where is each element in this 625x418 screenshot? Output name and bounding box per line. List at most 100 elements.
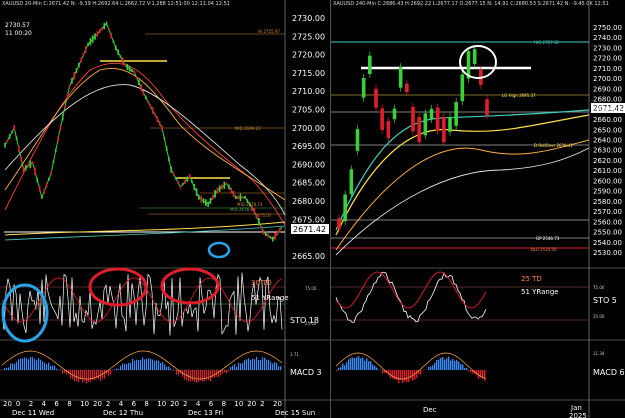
macd-bar — [86, 370, 88, 384]
macd-bar — [238, 362, 240, 370]
macd-bar — [208, 370, 210, 381]
macd-bar — [222, 370, 224, 374]
macd-bar — [128, 362, 130, 370]
y-tick-240min: 2730.00 — [593, 44, 622, 52]
macd-bar — [158, 360, 160, 370]
candle — [349, 169, 354, 195]
macd-bar — [164, 364, 166, 370]
candle — [80, 57, 82, 63]
y-tick-240min: 2570.00 — [593, 208, 622, 216]
macd-bar — [122, 363, 124, 370]
macd-bar — [230, 366, 232, 370]
chart-240min-svg: HIG 2727.32 LG High 2695.37 D RollOver 2… — [331, 0, 625, 418]
candle — [20, 156, 22, 162]
macd-bar — [110, 370, 112, 375]
macd-bar — [12, 363, 14, 370]
macd-bar-240 — [370, 361, 372, 370]
macd-bar — [14, 363, 16, 370]
x-tick: 10 — [157, 400, 166, 408]
macd-bar — [38, 358, 40, 370]
macd-bar-240 — [484, 370, 486, 381]
macd-bar — [174, 370, 176, 371]
candle — [103, 23, 106, 30]
y-tick-240min: 2550.00 — [593, 229, 622, 237]
candle — [218, 185, 221, 192]
macd-bar — [4, 368, 6, 370]
y-tick-240min: 2590.00 — [593, 188, 622, 196]
macd-bar-240 — [340, 367, 342, 370]
chart-panel-240min: XAUUSD 240-Min C:2686.43 H:2692.22 L:267… — [330, 0, 625, 418]
candle — [158, 121, 161, 126]
macd-bar — [10, 363, 12, 370]
candle — [71, 77, 73, 84]
x-tick: 8 — [144, 400, 148, 408]
chart-panel-20min: XAUUSD 20-Min C:2671.42 N: -9.39 H:2692.… — [0, 0, 330, 418]
macd-bar — [22, 358, 24, 370]
macd-bar-240 — [362, 357, 364, 370]
red-oval-sto-2 — [160, 267, 220, 305]
candle — [31, 161, 34, 164]
candle — [343, 194, 347, 222]
candle — [89, 38, 92, 46]
macd-bar — [114, 369, 116, 370]
x-tick: 4 — [42, 400, 47, 408]
macd-bar — [42, 361, 44, 370]
macd-bar — [190, 370, 192, 382]
x-tick: 6 — [54, 400, 59, 408]
candle — [131, 68, 133, 73]
candle — [52, 160, 55, 163]
macd-bar — [44, 362, 46, 370]
lo-label: 2675.07 — [255, 213, 272, 218]
macd-bar — [188, 370, 190, 382]
macd-bar-240 — [416, 370, 418, 378]
candle — [11, 130, 13, 134]
candle — [374, 88, 378, 108]
x-tick: 10 — [234, 400, 243, 408]
candle — [472, 49, 477, 64]
macd-bar — [118, 368, 120, 370]
candle — [258, 218, 260, 226]
candle — [15, 136, 18, 141]
candle — [267, 233, 269, 238]
macd-bar-240 — [338, 367, 340, 370]
candle — [78, 62, 80, 68]
macd-label-240: MACD 6 — [593, 368, 625, 377]
x-tick: 20 — [247, 400, 256, 408]
candle — [398, 67, 403, 88]
macd-bar-240 — [352, 357, 354, 370]
macd-bar-240 — [408, 370, 410, 383]
candle — [145, 95, 147, 100]
candle — [179, 185, 182, 189]
y-tick-20min: 2695.00 — [292, 142, 325, 151]
candle — [241, 196, 244, 199]
macd-bar — [154, 360, 156, 370]
macd-bar — [52, 365, 54, 370]
candle — [57, 136, 59, 142]
y-tick-240min: 2530.00 — [593, 249, 622, 257]
candle — [454, 102, 458, 126]
macd-bar-240 — [398, 370, 400, 384]
macd-bar-240 — [450, 360, 452, 370]
macd-bar — [56, 368, 58, 370]
hi-label: Hi 2725.97 — [258, 29, 280, 34]
macd-bar — [276, 362, 278, 370]
macd-bar — [214, 370, 216, 378]
y-tick-240min: 2650.00 — [593, 126, 622, 134]
candle — [73, 71, 76, 80]
macd-bar-240 — [346, 362, 348, 370]
candle — [91, 35, 94, 43]
macd-bar — [234, 364, 236, 370]
y-tick-240min: 2540.00 — [593, 239, 622, 247]
x-label-jan: Jan — [570, 404, 582, 412]
candle — [191, 180, 193, 184]
candle — [228, 184, 230, 190]
candle — [8, 134, 11, 139]
macd-bar-240 — [342, 363, 344, 370]
candle — [27, 164, 29, 168]
macd-bar — [226, 370, 228, 374]
macd-bar — [48, 362, 50, 370]
candle — [198, 195, 200, 200]
candle — [248, 202, 251, 207]
macd-bar — [150, 358, 152, 370]
candle — [209, 197, 212, 204]
